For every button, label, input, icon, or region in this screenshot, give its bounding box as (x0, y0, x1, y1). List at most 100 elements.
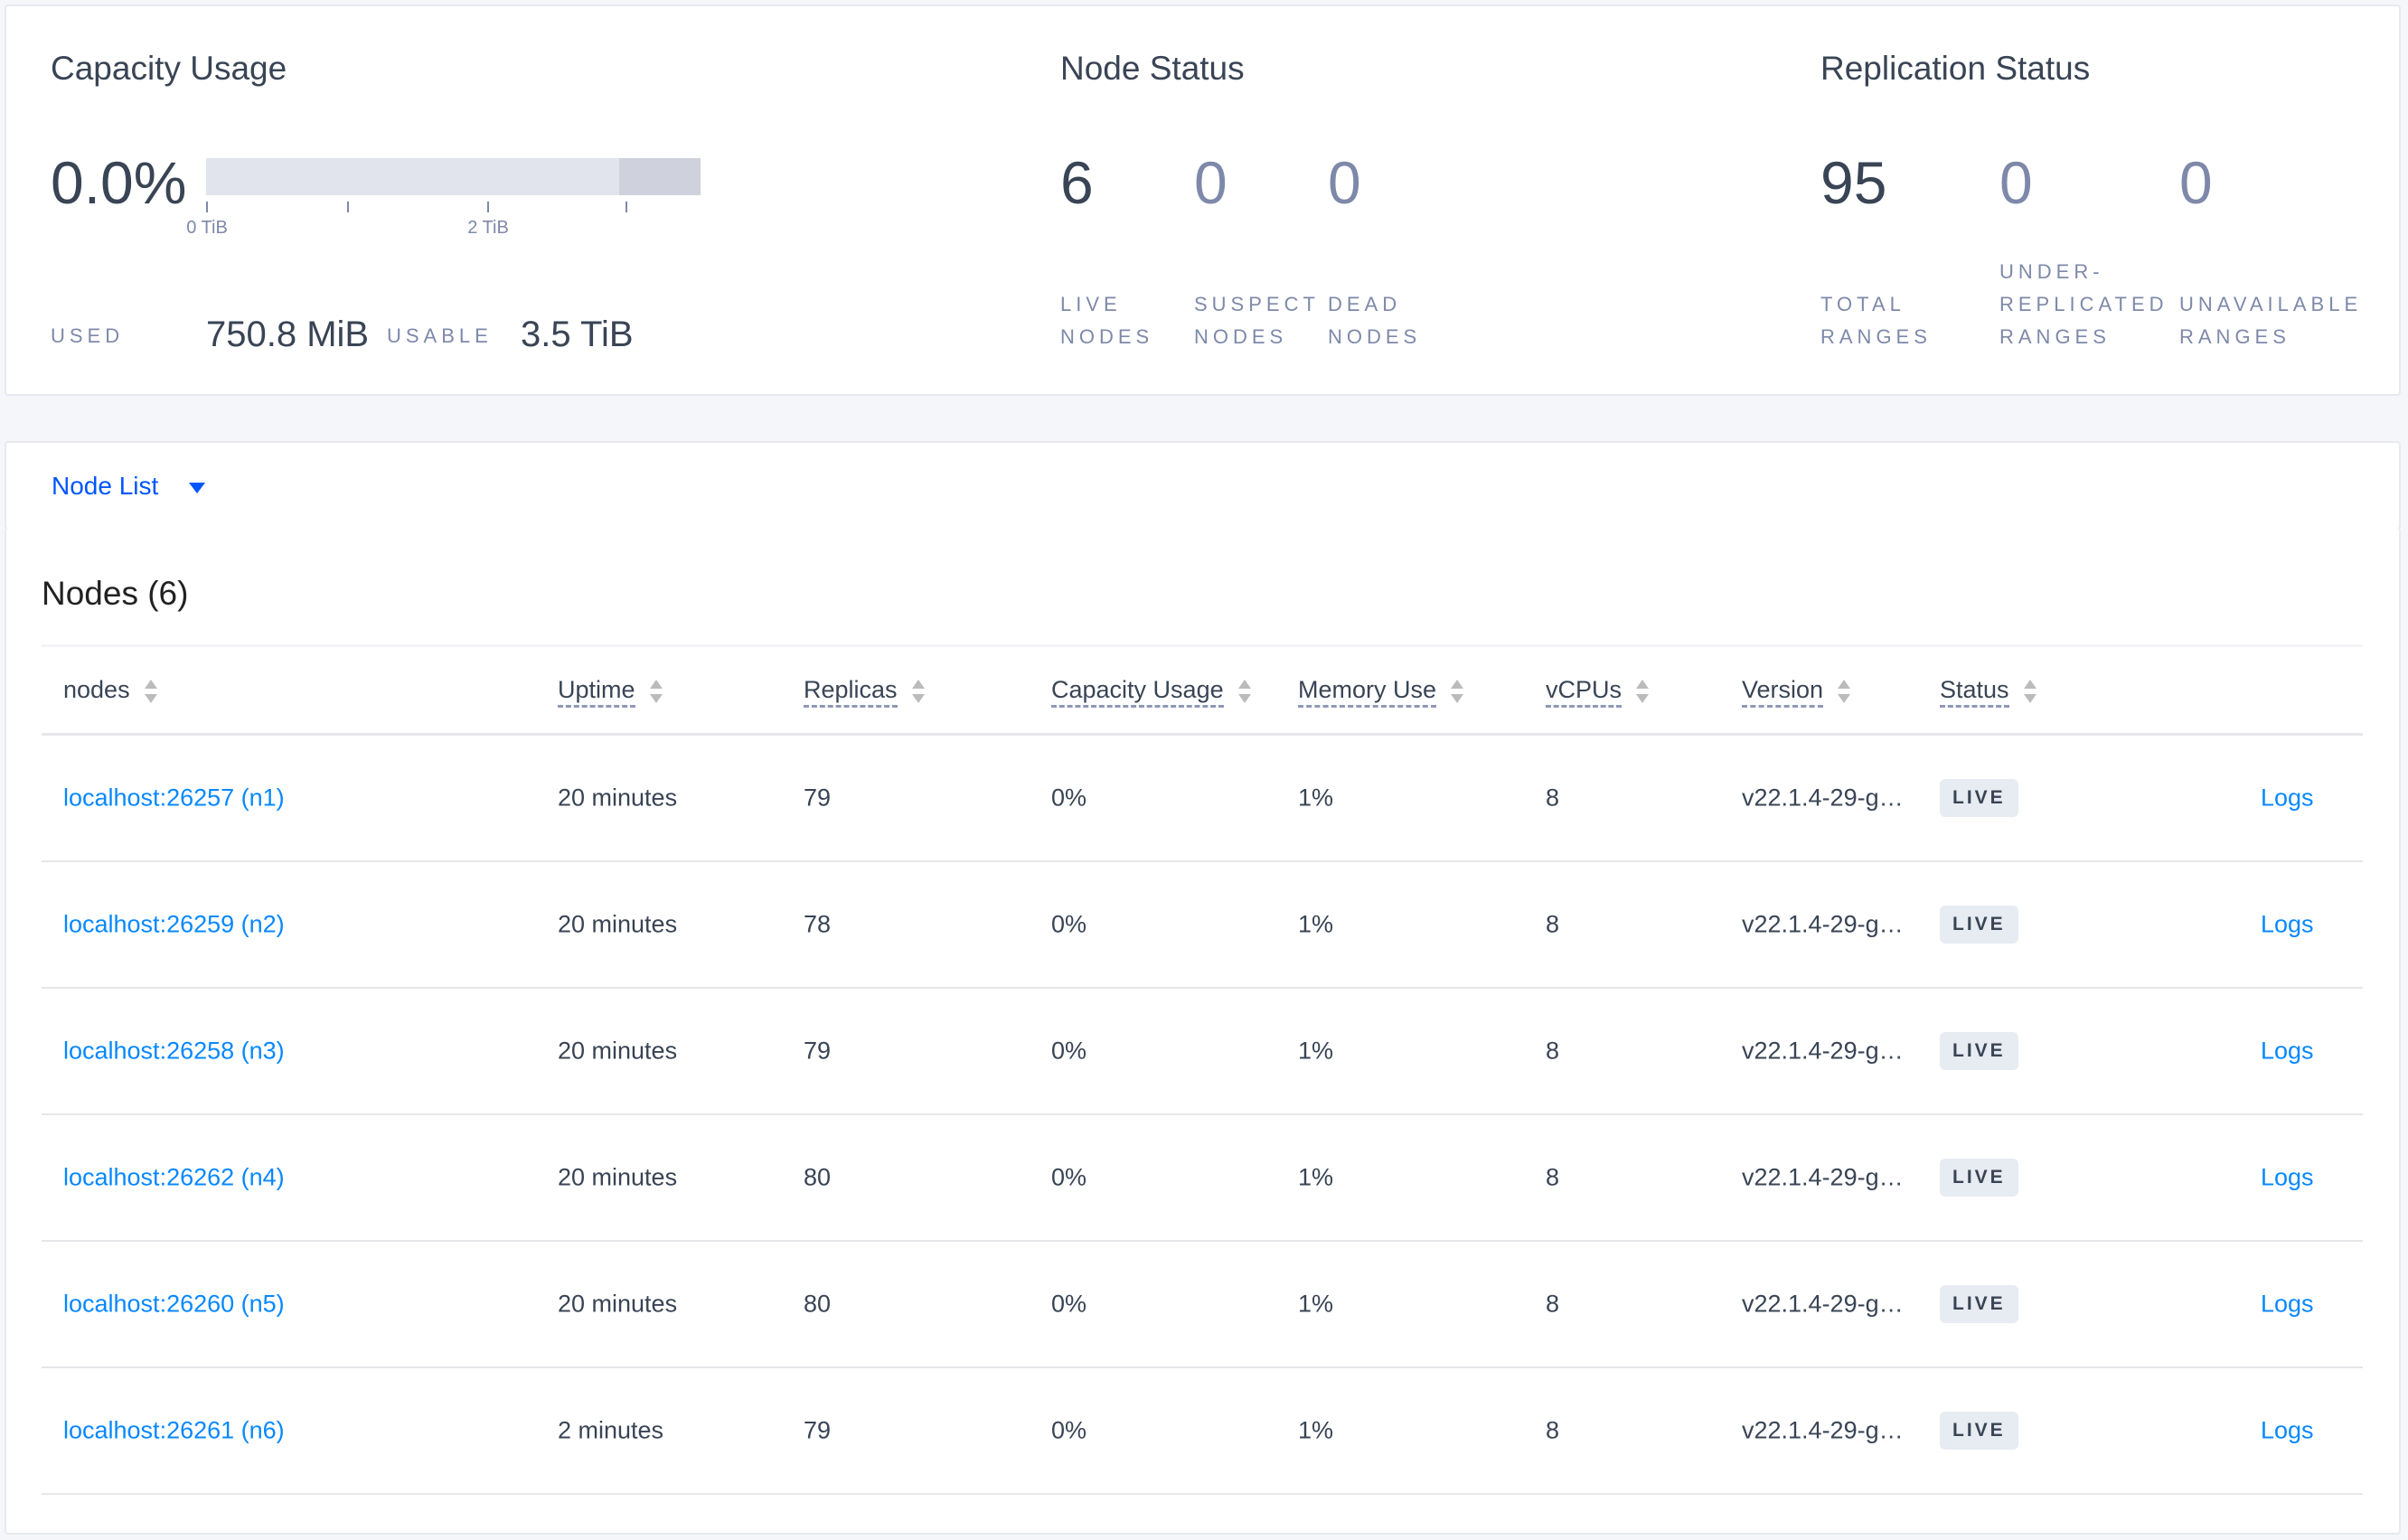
table-row: localhost:26259 (n2) 20 minutes 78 0% 1% 8 v22… (42, 862, 2363, 989)
sort-icon (1451, 679, 1464, 703)
col-header-replicas[interactable]: Replicas (804, 676, 925, 708)
col-header-status[interactable]: Status (1940, 676, 2036, 708)
uptime-cell: 20 minutes (558, 784, 678, 812)
replication-title: Replication Status (1820, 50, 2091, 87)
sort-icon (1237, 679, 1251, 703)
capacity-percent: 0.0% (51, 149, 187, 216)
tick-label: 2 TiB (467, 218, 509, 238)
logs-link[interactable]: Logs (2261, 1038, 2314, 1066)
logs-link[interactable]: Logs (2261, 784, 2314, 812)
status-badge: LIVE (1940, 1159, 2018, 1197)
used-label: USED (51, 324, 125, 347)
table-row: localhost:26260 (n5) 20 minutes 80 0% 1% 8 v22… (42, 1242, 2363, 1368)
vcpus-cell: 8 (1546, 1037, 1560, 1065)
capacity-cell: 0% (1051, 1290, 1087, 1318)
under-replicated-label: UNDER- REPLICATED RANGES (1999, 260, 2168, 348)
memory-cell: 1% (1298, 1290, 1334, 1318)
vcpus-cell: 8 (1546, 1416, 1560, 1444)
sort-icon (2023, 679, 2036, 703)
node-link[interactable]: localhost:26258 (n3) (63, 1038, 285, 1066)
status-badge: LIVE (1940, 1412, 2018, 1450)
version-cell: v22.1.4-29-g… (1742, 1416, 1904, 1444)
node-list-label: Node List (52, 472, 159, 500)
col-header-version[interactable]: Version (1742, 676, 1851, 708)
capacity-title: Capacity Usage (51, 50, 287, 87)
table-row: localhost:26257 (n1) 20 minutes 79 0% 1% 8 v22… (42, 736, 2363, 862)
vcpus-cell: 8 (1546, 910, 1560, 938)
node-status-title: Node Status (1060, 50, 1245, 87)
replicas-cell: 79 (804, 1037, 832, 1065)
node-link[interactable]: localhost:26259 (n2) (63, 911, 285, 939)
replicas-cell: 79 (804, 784, 832, 812)
capacity-cell: 0% (1051, 1163, 1087, 1191)
tick (626, 202, 627, 212)
node-link[interactable]: localhost:26262 (n4) (63, 1164, 285, 1192)
usable-value: 3.5 TiB (521, 315, 634, 354)
caret-down-icon (189, 482, 206, 493)
table-row: localhost:26262 (n4) 20 minutes 80 0% 1% 8 v22… (42, 1115, 2363, 1242)
logs-link[interactable]: Logs (2261, 1417, 2314, 1445)
total-ranges-label: TOTAL RANGES (1820, 293, 1932, 348)
view-select-bar: Node List (5, 441, 2401, 530)
usable-label: USABLE (387, 324, 493, 347)
table-title: Nodes (6) (42, 575, 189, 612)
memory-cell: 1% (1298, 1416, 1334, 1444)
divider (42, 644, 2363, 647)
col-header-vcpus[interactable]: vCPUs (1546, 676, 1650, 708)
vcpus-cell: 8 (1546, 1163, 1560, 1191)
replicas-cell: 80 (804, 1163, 832, 1191)
capacity-cell: 0% (1051, 1037, 1087, 1065)
summary-card: Capacity Usage 0.0% 0 TiB 2 TiB USED 750… (5, 5, 2401, 396)
unavailable-count: 0 (2179, 149, 2213, 216)
memory-cell: 1% (1298, 1037, 1334, 1065)
tick (347, 202, 349, 212)
version-cell: v22.1.4-29-g… (1742, 784, 1904, 812)
vcpus-cell: 8 (1546, 784, 1560, 812)
status-badge: LIVE (1940, 779, 2018, 817)
version-cell: v22.1.4-29-g… (1742, 910, 1904, 938)
vcpus-cell: 8 (1546, 1290, 1560, 1318)
capacity-cell: 0% (1051, 1416, 1087, 1444)
node-link[interactable]: localhost:26260 (n5) (63, 1291, 285, 1319)
sort-icon (649, 679, 663, 703)
logs-link[interactable]: Logs (2261, 911, 2314, 939)
node-link[interactable]: localhost:26257 (n1) (63, 784, 285, 812)
status-badge: LIVE (1940, 1285, 2018, 1323)
replicas-cell: 80 (804, 1290, 832, 1318)
tick (487, 202, 489, 212)
dead-nodes-label: DEAD NODES (1328, 293, 1422, 348)
status-badge: LIVE (1940, 906, 2018, 944)
col-header-capacity[interactable]: Capacity Usage (1051, 676, 1251, 708)
node-list-dropdown[interactable]: Node List (52, 472, 206, 501)
logs-link[interactable]: Logs (2261, 1164, 2314, 1192)
unavailable-label: UNAVAILABLE RANGES (2179, 293, 2363, 348)
sort-icon (1636, 679, 1650, 703)
capacity-bar (206, 158, 701, 195)
total-ranges-count: 95 (1820, 149, 1887, 216)
suspect-nodes-label: SUSPECT NODES (1194, 293, 1320, 348)
col-header-nodes[interactable]: nodes (63, 676, 157, 704)
node-link[interactable]: localhost:26261 (n6) (63, 1417, 285, 1445)
table-row: localhost:26261 (n6) 2 minutes 79 0% 1% 8 v22.… (42, 1368, 2363, 1495)
uptime-cell: 2 minutes (558, 1416, 664, 1444)
memory-cell: 1% (1298, 910, 1334, 938)
under-replicated-count: 0 (1999, 149, 2033, 216)
memory-cell: 1% (1298, 784, 1334, 812)
used-value: 750.8 MiB (206, 315, 370, 354)
tick-label: 0 TiB (186, 218, 228, 238)
col-header-memory[interactable]: Memory Use (1298, 676, 1464, 708)
col-header-uptime[interactable]: Uptime (558, 676, 663, 708)
dead-nodes-count: 0 (1328, 149, 1361, 216)
uptime-cell: 20 minutes (558, 1037, 678, 1065)
sort-icon (911, 679, 925, 703)
capacity-cell: 0% (1051, 784, 1087, 812)
live-nodes-label: LIVE NODES (1060, 293, 1154, 348)
uptime-cell: 20 minutes (558, 910, 678, 938)
version-cell: v22.1.4-29-g… (1742, 1163, 1904, 1191)
table-row: localhost:26258 (n3) 20 minutes 79 0% 1% 8 v22… (42, 989, 2363, 1115)
status-badge: LIVE (1940, 1032, 2018, 1070)
sort-icon (1838, 679, 1851, 703)
memory-cell: 1% (1298, 1163, 1334, 1191)
replicas-cell: 78 (804, 910, 832, 938)
logs-link[interactable]: Logs (2261, 1291, 2314, 1319)
